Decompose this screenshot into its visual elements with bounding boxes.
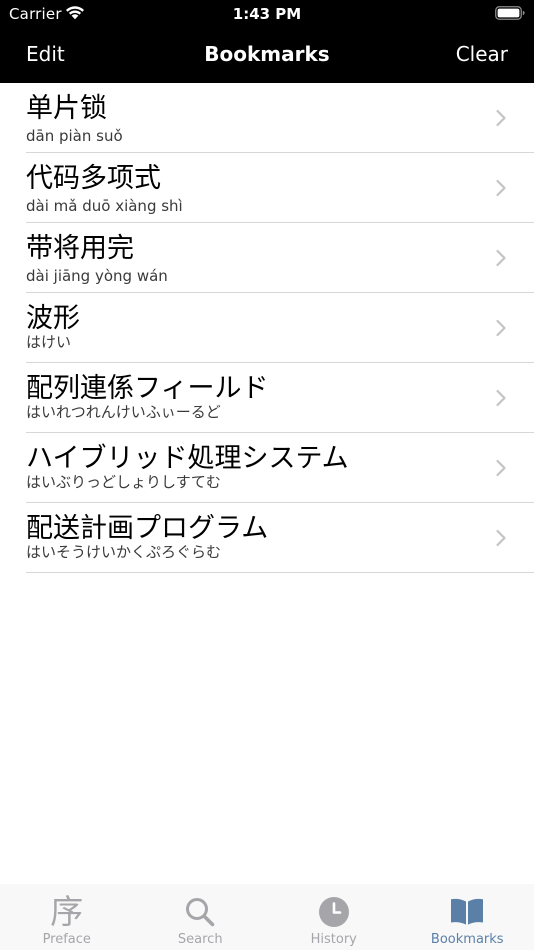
bookmark-row[interactable]: 波形 はけい [26, 293, 534, 363]
status-time: 1:43 PM [232, 5, 302, 23]
tab-label: Preface [42, 932, 91, 947]
tab-label: History [310, 932, 357, 947]
page-title: Bookmarks [204, 42, 330, 66]
edit-button[interactable]: Edit [26, 42, 65, 66]
chevron-right-icon [496, 319, 506, 337]
bookmark-term: 带将用完 [26, 233, 134, 264]
bookmark-term: 波形 [26, 303, 80, 334]
bookmark-row[interactable]: 配列連係フィールド はいれつれんけいふぃーるど [26, 363, 534, 433]
bookmark-reading: dān piàn suǒ [26, 127, 123, 145]
tab-search[interactable]: Search [134, 884, 268, 950]
status-bar: Carrier 1:43 PM [0, 0, 534, 28]
preface-kanji-icon: 序 [47, 892, 87, 932]
bookmark-term: 配送計画プログラム [26, 513, 269, 544]
tab-label: Bookmarks [430, 932, 504, 947]
bookmark-row[interactable]: 代码多项式 dài mǎ duō xiàng shì [26, 153, 534, 223]
bookmark-reading: はいそうけいかくぷろぐらむ [26, 543, 222, 561]
navigation-bar: Edit Bookmarks Clear [0, 28, 534, 83]
bookmark-term: 配列連係フィールド [26, 373, 269, 404]
chevron-right-icon [496, 459, 506, 477]
bookmark-reading: dài mǎ duō xiàng shì [26, 197, 183, 215]
magnifier-icon [180, 892, 220, 932]
bookmark-term: 单片锁 [26, 93, 107, 124]
chevron-right-icon [496, 109, 506, 127]
tab-bookmarks[interactable]: Bookmarks [401, 884, 534, 950]
bookmark-reading: はいれつれんけいふぃーるど [26, 403, 221, 421]
clock-icon [314, 892, 354, 932]
bookmark-row[interactable]: ハイブリッド処理システム はいぶりっどしょりしすてむ [26, 433, 534, 503]
bookmark-row[interactable]: 带将用完 dài jiāng yòng wán [26, 223, 534, 293]
bookmark-list: 单片锁 dān piàn suǒ 代码多项式 dài mǎ duō xiàng … [0, 83, 534, 573]
tab-preface[interactable]: 序 Preface [0, 884, 134, 950]
chevron-right-icon [496, 529, 506, 547]
bookmark-row[interactable]: 配送計画プログラム はいそうけいかくぷろぐらむ [26, 503, 534, 573]
chevron-right-icon [496, 249, 506, 267]
bookmark-term: ハイブリッド処理システム [26, 443, 349, 474]
chevron-right-icon [496, 179, 506, 197]
open-book-icon [447, 892, 487, 932]
battery-icon [495, 6, 525, 20]
bookmark-reading: はけい [26, 333, 72, 351]
bookmark-reading: dài jiāng yòng wán [26, 267, 168, 285]
top-bar: Carrier 1:43 PM Edit Bookmarks Clear [0, 0, 534, 83]
bookmark-reading: はいぶりっどしょりしすてむ [26, 473, 221, 491]
tab-bar: 序 Preface Search History Bookmarks [0, 884, 534, 950]
bookmark-row[interactable]: 单片锁 dān piàn suǒ [26, 83, 534, 153]
bookmark-term: 代码多项式 [26, 163, 161, 194]
tab-history[interactable]: History [267, 884, 401, 950]
preface-glyph: 序 [50, 892, 84, 931]
tab-label: Search [177, 932, 223, 947]
chevron-right-icon [496, 389, 506, 407]
clear-button[interactable]: Clear [456, 42, 508, 66]
